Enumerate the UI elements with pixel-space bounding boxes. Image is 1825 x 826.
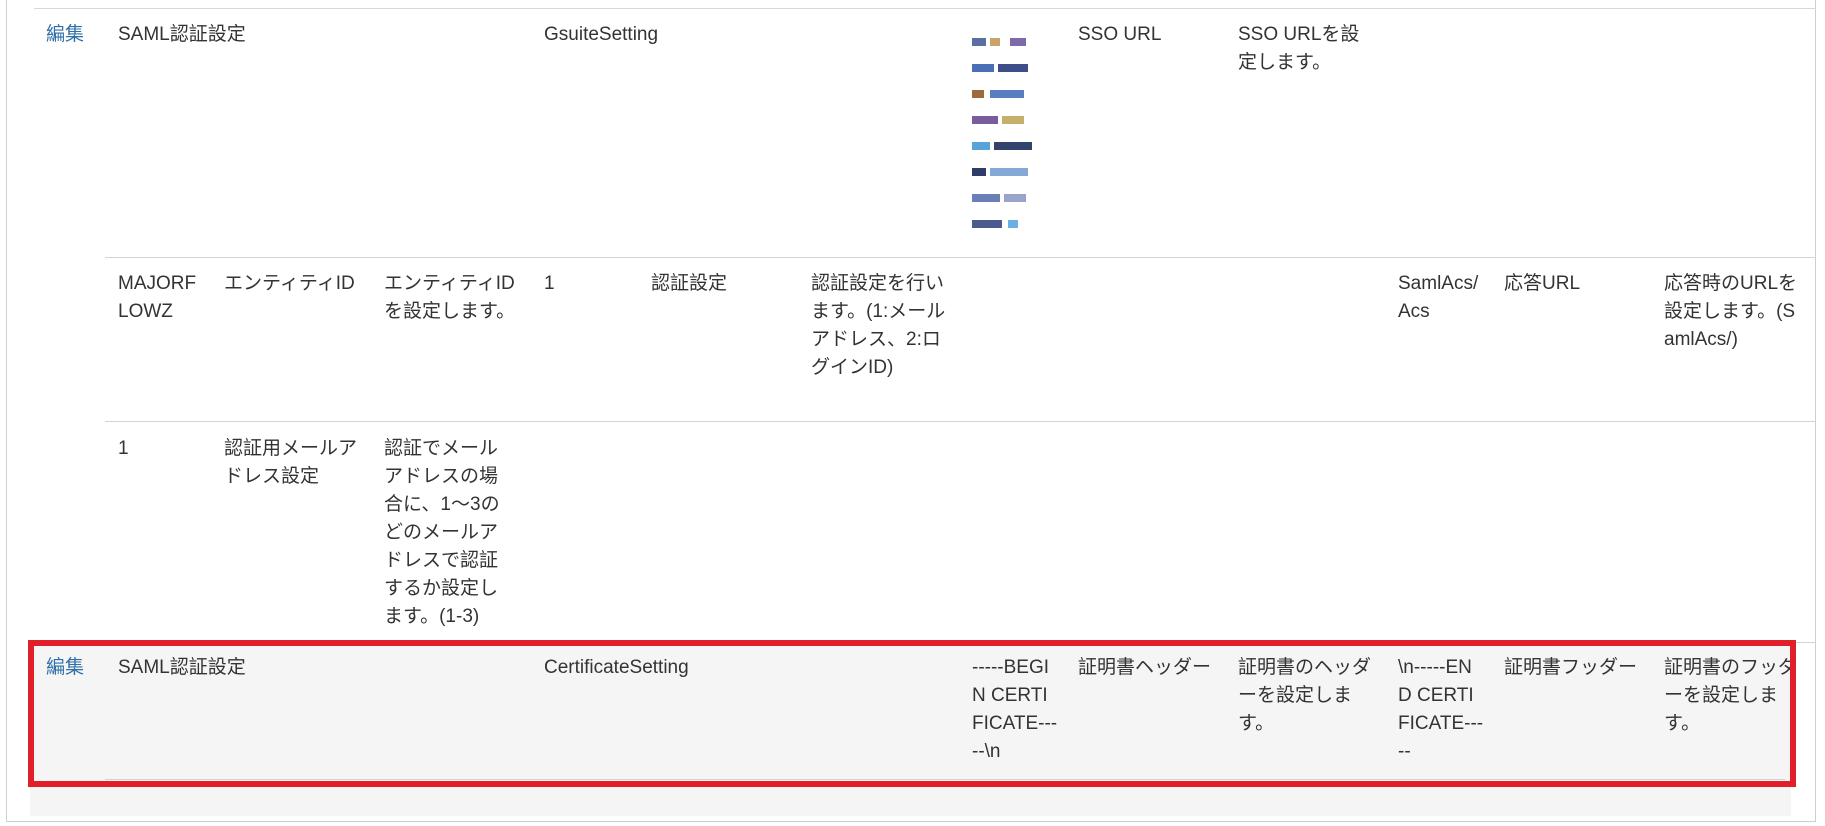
category-cell: SAML認証設定 <box>118 24 246 45</box>
row-divider <box>105 257 1816 258</box>
cell-description: 認証でメールアドレスの場合に、1〜3のどのメールアドレスで認証するか設定します。… <box>384 438 500 627</box>
cell-description: 応答時のURLを設定します。(SamlAcs/) <box>1664 273 1798 350</box>
label-cell: SSO URL <box>1078 24 1162 45</box>
cell-key: 認証設定 <box>651 273 728 294</box>
redacted-value <box>972 30 1032 242</box>
table-top-border <box>34 8 1816 9</box>
edit-link[interactable]: 編集 <box>46 21 84 49</box>
highlight-annotation-box <box>28 640 1796 787</box>
cell-key: エンティティID <box>224 273 355 294</box>
setting-name-cell: GsuiteSetting <box>544 24 659 45</box>
cell-key: 認証用メールアドレス設定 <box>224 438 358 487</box>
cell-description: エンティティIDを設定します。 <box>384 273 516 322</box>
cell-value: MAJORFLOWZ <box>118 273 197 322</box>
cell-description: 認証設定を行います。(1:メールアドレス、2:ログインID) <box>811 273 946 378</box>
cell-value: 1 <box>118 438 129 459</box>
description-cell: SSO URLを設定します。 <box>1238 24 1360 73</box>
row-divider <box>105 421 1816 422</box>
cell-key: 応答URL <box>1504 273 1581 294</box>
cell-value: 1 <box>544 273 555 294</box>
cell-value: SamlAcs/Acs <box>1398 273 1479 322</box>
